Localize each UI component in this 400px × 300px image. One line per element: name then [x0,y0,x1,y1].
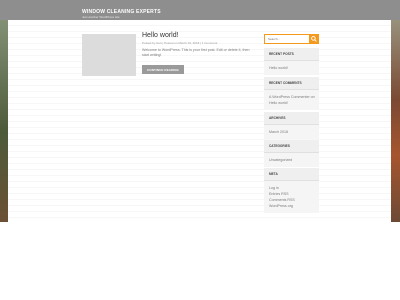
post-thumbnail[interactable] [82,34,136,76]
category-link[interactable]: Uncategorized [269,157,314,163]
widget-title-categories: CATEGORIES [264,140,319,153]
widget-title-recent-posts: RECENT POSTS [264,48,319,61]
widget-title-recent-comments: RECENT COMMENTS [264,77,319,90]
widget-recent-posts: RECENT POSTS Hello world! [264,48,319,75]
site-tagline: Just another WordPress site [82,15,120,19]
post-meta: Posted by Heri | Posted on March 19, 201… [142,41,218,45]
site-header: WINDOW CLEANING EXPERTS Just another Wor… [0,0,400,20]
widget-categories: CATEGORIES Uncategorized [264,140,319,167]
widget-archives: ARCHIVES March 2018 [264,112,319,139]
widget-recent-comments: RECENT COMMENTS A WordPress Commenter on… [264,77,319,110]
search-icon [311,36,317,42]
meta-link-wordpress-org[interactable]: WordPress.org [269,203,314,209]
continue-reading-button[interactable]: CONTINUE READING [142,65,184,74]
post-excerpt: Welcome to WordPress. This is your first… [142,48,250,58]
search-button[interactable] [309,34,319,44]
post-title[interactable]: Hello world! [142,32,179,39]
widget-title-meta: META [264,168,319,181]
recent-post-link[interactable]: Hello world! [269,65,314,71]
widget-meta: META Log in Entries RSS Comments RSS Wor… [264,168,319,213]
archive-link[interactable]: March 2018 [269,129,314,135]
recent-comment-post-link[interactable]: Hello world! [269,100,314,106]
widget-title-archives: ARCHIVES [264,112,319,125]
search-input[interactable] [264,34,310,44]
